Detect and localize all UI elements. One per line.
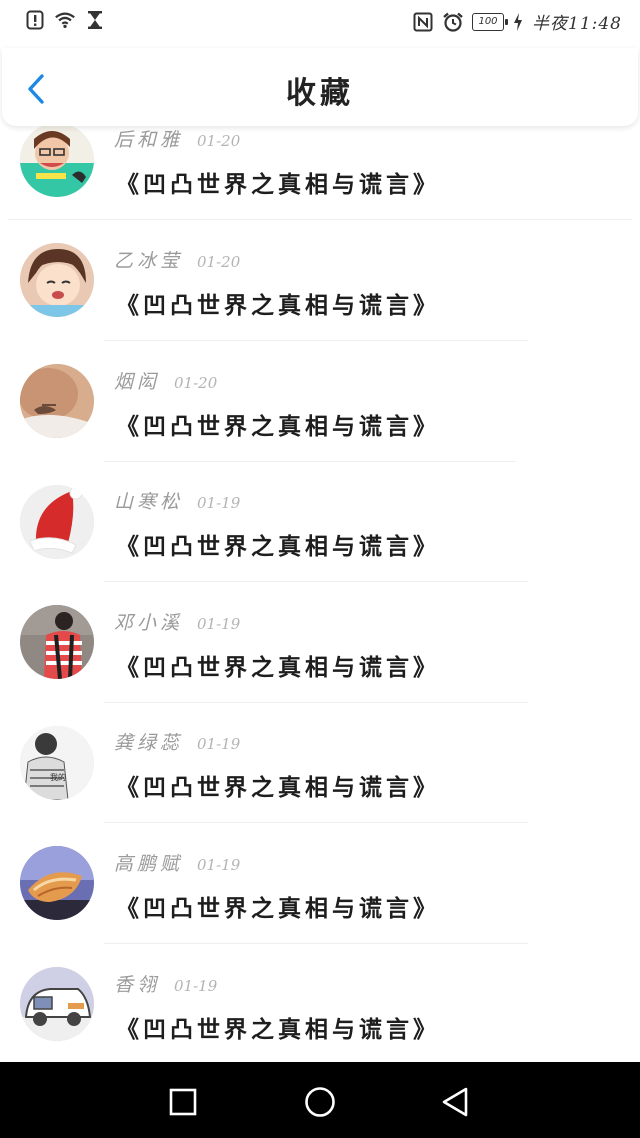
status-bar: 100 半夜11:48 xyxy=(0,0,640,44)
favorite-date: 01-19 xyxy=(197,494,241,512)
favorite-date: 01-19 xyxy=(197,615,241,633)
user-name: 龚绿蕊 01-19 xyxy=(114,732,241,754)
user-name: 乙冰莹 01-20 xyxy=(114,250,241,272)
charging-icon xyxy=(512,11,524,33)
system-nav-bar xyxy=(0,1062,640,1138)
svg-text:我的: 我的 xyxy=(50,772,66,782)
book-title[interactable]: 《凹凸世界之真相与谎言》 xyxy=(116,889,440,923)
favorite-date: 01-19 xyxy=(174,977,218,995)
book-title[interactable]: 《凹凸世界之真相与谎言》 xyxy=(116,648,440,682)
battery-icon: 100 xyxy=(472,12,508,31)
user-name: 后和雅 01-20 xyxy=(114,129,241,151)
avatar[interactable] xyxy=(20,967,94,1041)
avatar[interactable] xyxy=(20,605,94,679)
book-title[interactable]: 《凹凸世界之真相与谎言》 xyxy=(116,165,440,199)
home-icon xyxy=(305,1087,335,1117)
list-item[interactable]: 香翎 01-19 《凹凸世界之真相与谎言》 xyxy=(0,944,640,1062)
page-title: 收藏 xyxy=(286,76,354,111)
user-name: 烟闳 01-20 xyxy=(114,371,218,393)
hourglass-icon xyxy=(84,9,106,31)
avatar[interactable] xyxy=(20,364,94,438)
nfc-icon xyxy=(412,11,434,33)
list-item[interactable]: 乙冰莹 01-20 《凹凸世界之真相与谎言》 xyxy=(0,220,640,341)
avatar[interactable] xyxy=(20,125,94,197)
back-icon xyxy=(442,1087,468,1117)
favorite-date: 01-20 xyxy=(197,132,241,150)
user-name: 山寒松 01-19 xyxy=(114,491,241,513)
status-time: 半夜11:48 xyxy=(532,14,622,34)
list-item[interactable]: 山寒松 01-19 《凹凸世界之真相与谎言》 xyxy=(0,461,640,582)
favorite-date: 01-20 xyxy=(197,253,241,271)
avatar[interactable] xyxy=(20,485,94,559)
book-title[interactable]: 《凹凸世界之真相与谎言》 xyxy=(116,286,440,320)
user-name: 香翎 01-19 xyxy=(114,974,218,996)
book-title[interactable]: 《凹凸世界之真相与谎言》 xyxy=(116,768,440,802)
favorite-date: 01-19 xyxy=(197,856,241,874)
favorite-date: 01-20 xyxy=(174,374,218,392)
alarm-icon xyxy=(442,11,464,33)
list-item[interactable]: 我的 龚绿蕊 01-19 《凹凸世界之真相与谎言》 xyxy=(0,702,640,823)
book-title[interactable]: 《凹凸世界之真相与谎言》 xyxy=(116,407,440,441)
favorite-date: 01-19 xyxy=(197,735,241,753)
wifi-icon xyxy=(54,9,76,31)
alert-icon xyxy=(24,9,46,31)
nav-back-button[interactable] xyxy=(436,1082,476,1122)
recent-apps-button[interactable] xyxy=(163,1082,203,1122)
list-item[interactable]: 烟闳 01-20 《凹凸世界之真相与谎言》 xyxy=(0,341,640,462)
list-item[interactable]: 高鹏赋 01-19 《凹凸世界之真相与谎言》 xyxy=(0,823,640,944)
recent-apps-icon xyxy=(169,1088,197,1116)
avatar[interactable] xyxy=(20,243,94,317)
home-button[interactable] xyxy=(300,1082,340,1122)
user-name: 高鹏赋 01-19 xyxy=(114,853,241,875)
user-name: 邓小溪 01-19 xyxy=(114,612,241,634)
avatar[interactable] xyxy=(20,846,94,920)
list-item[interactable]: 后和雅 01-20 《凹凸世界之真相与谎言》 xyxy=(0,125,640,220)
favorites-list[interactable]: 后和雅 01-20 《凹凸世界之真相与谎言》 乙冰莹 01-20 《凹凸世界之真相与… xyxy=(0,125,640,1062)
avatar[interactable]: 我的 xyxy=(20,726,94,800)
list-item[interactable]: 邓小溪 01-19 《凹凸世界之真相与谎言》 xyxy=(0,582,640,703)
book-title[interactable]: 《凹凸世界之真相与谎言》 xyxy=(116,527,440,561)
app-header: 收藏 xyxy=(2,48,638,126)
book-title[interactable]: 《凹凸世界之真相与谎言》 xyxy=(116,1010,440,1044)
